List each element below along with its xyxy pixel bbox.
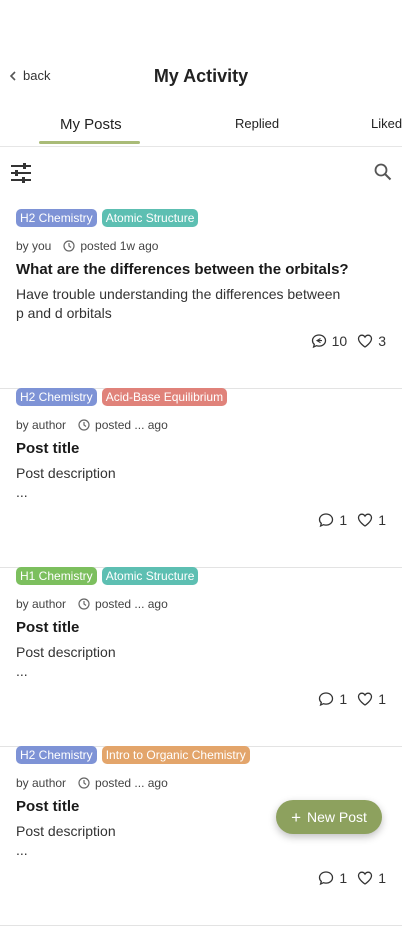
likes-count[interactable]: 3 [357,333,386,349]
post-card[interactable]: H1 Chemistry Atomic Structure by author pos… [0,567,402,747]
post-time-label: posted 1w ago [80,239,159,253]
likes-value: 1 [378,691,386,707]
new-post-button[interactable]: + New Post [276,800,382,834]
post-title[interactable]: Post title [16,798,79,815]
post-meta: by author posted ... ago [16,597,168,611]
post-author: by author [16,597,67,611]
tab-my-posts[interactable]: My Posts [60,116,122,133]
post-tags: H1 Chemistry Atomic Structure [16,567,199,585]
likes-value: 3 [378,333,386,349]
post-description: Post description ... [16,644,116,679]
post-description: Post description ... [16,465,116,500]
post-tag[interactable]: Acid-Base Equilibrium [101,388,228,406]
post-tag[interactable]: Intro to Organic Chemistry [101,746,250,764]
heart-icon [357,333,373,349]
comment-replied-icon [311,333,327,349]
post-time-label: posted ... ago [95,597,168,611]
comments-value: 1 [339,512,348,528]
plus-icon: + [291,807,301,827]
new-post-label: New Post [307,809,367,825]
likes-count[interactable]: 1 [357,870,386,886]
post-tag[interactable]: Atomic Structure [101,209,199,227]
post-time: posted ... ago [78,418,168,432]
post-tags: H2 Chemistry Atomic Structure [16,209,199,227]
post-tags: H2 Chemistry Acid-Base Equilibrium [16,388,228,406]
post-author: by you [16,239,52,253]
post-author: by author [16,418,67,432]
heart-icon [357,870,373,886]
comment-icon [318,512,334,528]
comment-icon [318,870,334,886]
likes-value: 1 [378,512,386,528]
post-tag[interactable]: H2 Chemistry [16,388,97,406]
post-title[interactable]: Post title [16,440,79,457]
post-title[interactable]: What are the differences between the orb… [16,261,349,278]
post-time: posted ... ago [78,597,168,611]
search-icon[interactable] [374,163,392,181]
likes-value: 1 [378,870,386,886]
post-tags: H2 Chemistry Intro to Organic Chemistry [16,746,250,764]
clock-icon [78,419,90,431]
comments-value: 10 [331,333,348,349]
comments-count[interactable]: 10 [311,333,348,349]
likes-count[interactable]: 1 [357,691,386,707]
tab-replied[interactable]: Replied [235,116,279,131]
post-meta: by you posted 1w ago [16,239,158,253]
filter-sliders-icon[interactable] [10,162,32,184]
page-title: My Activity [153,66,249,86]
comments-count[interactable]: 1 [318,691,347,707]
post-tag[interactable]: Atomic Structure [101,567,199,585]
comments-count[interactable]: 1 [318,512,347,528]
post-description: Have trouble understanding the differenc… [16,286,341,321]
post-meta: by author posted ... ago [16,776,168,790]
post-card[interactable]: H2 Chemistry Acid-Base Equilibrium by auth… [0,388,402,568]
post-tag[interactable]: H2 Chemistry [16,746,97,764]
post-author: by author [16,776,67,790]
comments-value: 1 [339,691,348,707]
clock-icon [78,598,90,610]
post-tag[interactable]: H1 Chemistry [16,567,97,585]
clock-icon [63,240,75,252]
header: back My Activity [0,58,402,98]
post-time-label: posted ... ago [95,776,168,790]
likes-count[interactable]: 1 [357,512,386,528]
post-time-label: posted ... ago [95,418,168,432]
post-stats: 11 [318,512,386,528]
active-tab-indicator [39,141,140,144]
comments-value: 1 [339,870,348,886]
post-stats: 10 3 [311,333,386,349]
post-title[interactable]: Post title [16,619,79,636]
comment-icon [318,691,334,707]
comments-count[interactable]: 1 [318,870,347,886]
post-time: posted 1w ago [63,239,158,253]
post-stats: 11 [318,870,386,886]
clock-icon [78,777,90,789]
post-meta: by author posted ... ago [16,418,168,432]
post-card[interactable]: H2 Chemistry Intro to Organic Chemistry by… [0,746,402,926]
tab-liked[interactable]: Liked [371,116,402,131]
post-card[interactable]: H2 Chemistry Atomic Structure by you posted… [0,209,402,389]
heart-icon [357,512,373,528]
heart-icon [357,691,373,707]
post-tag[interactable]: H2 Chemistry [16,209,97,227]
post-time: posted ... ago [78,776,168,790]
post-stats: 11 [318,691,386,707]
